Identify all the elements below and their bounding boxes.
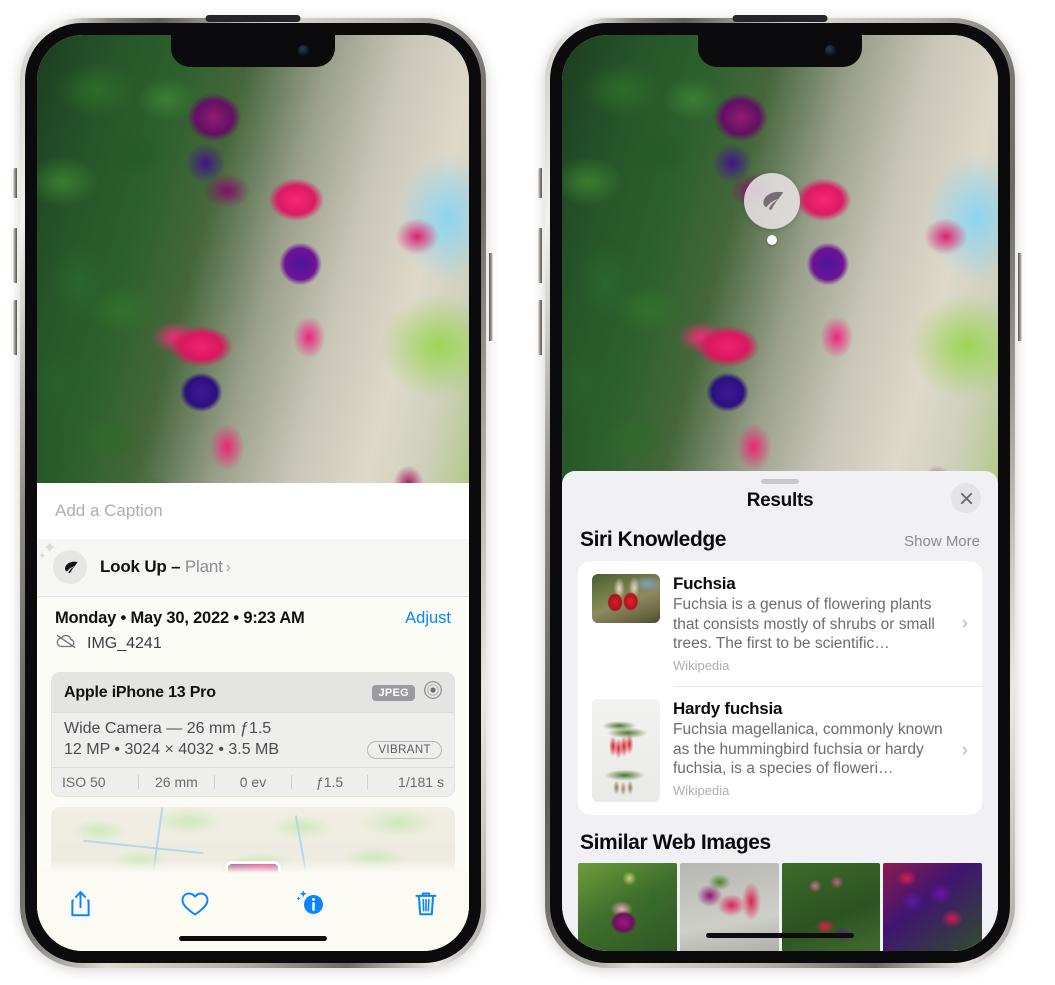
caption-placeholder: Add a Caption xyxy=(55,501,163,520)
caption-input[interactable]: Add a Caption xyxy=(37,483,469,539)
map-river xyxy=(83,839,205,855)
chevron-right-icon: › xyxy=(961,612,968,634)
front-camera-icon xyxy=(298,45,309,56)
knowledge-source: Wikipedia xyxy=(673,658,730,674)
knowledge-text: Fuchsia Fuchsia is a genus of flowering … xyxy=(673,574,947,673)
filename-row: IMG_4241 xyxy=(55,633,451,654)
photo-metadata-block: Monday • May 30, 2022 • 9:23 AM Adjust I… xyxy=(37,597,469,664)
info-sparkle-icon[interactable] xyxy=(294,887,328,921)
exif-header: Apple iPhone 13 Pro JPEG xyxy=(52,673,454,713)
notch xyxy=(171,35,335,67)
format-badge: JPEG xyxy=(372,684,415,701)
list-item[interactable]: Fuchsia Fuchsia is a genus of flowering … xyxy=(578,561,982,686)
right-phone-bezel: Results Siri Knowledge Show More Fuchsia… xyxy=(550,15,1010,963)
volume-up-button[interactable] xyxy=(13,228,17,283)
date-row: Monday • May 30, 2022 • 9:23 AM Adjust xyxy=(55,609,451,628)
chevron-right-icon: › xyxy=(961,739,968,761)
exif-body: Wide Camera — 26 mm ƒ1.5 12 MP • 3024 × … xyxy=(52,713,454,767)
exif-stats-row: ISO 50 26 mm 0 ev ƒ1.5 1/181 s xyxy=(52,767,454,796)
home-indicator[interactable] xyxy=(179,936,327,941)
siri-knowledge-title: Siri Knowledge xyxy=(580,528,727,551)
visual-lookup-anchor-dot xyxy=(767,235,777,245)
icloud-slash-icon xyxy=(55,633,77,654)
knowledge-text: Hardy fuchsia Fuchsia magellanica, commo… xyxy=(673,699,947,802)
adjust-button[interactable]: Adjust xyxy=(405,609,451,628)
visual-lookup-results-sheet: Results Siri Knowledge Show More Fuchsia… xyxy=(562,471,998,951)
trash-icon[interactable] xyxy=(409,887,443,921)
side-power-button[interactable] xyxy=(489,253,493,341)
screenshot-stage: Add a Caption ✦ ✦ Look Up – Plant › Mond… xyxy=(0,0,1055,985)
share-icon[interactable] xyxy=(63,887,97,921)
photo-filename: IMG_4241 xyxy=(87,634,162,652)
results-title: Results xyxy=(746,490,814,511)
volume-down-button[interactable] xyxy=(538,300,542,355)
right-phone-screen: Results Siri Knowledge Show More Fuchsia… xyxy=(562,35,998,951)
leaf-icon: ✦ ✦ xyxy=(38,541,87,584)
earpiece-speaker xyxy=(205,15,301,22)
siri-knowledge-header: Siri Knowledge Show More xyxy=(562,528,998,561)
left-phone-screen: Add a Caption ✦ ✦ Look Up – Plant › Mond… xyxy=(37,35,469,951)
volume-up-button[interactable] xyxy=(538,228,542,283)
knowledge-description: Fuchsia magellanica, commonly known as t… xyxy=(673,721,943,778)
photo-date: Monday • May 30, 2022 • 9:23 AM xyxy=(55,609,305,627)
close-icon[interactable] xyxy=(951,483,981,513)
similar-web-image-4[interactable] xyxy=(883,863,982,951)
knowledge-thumbnail xyxy=(592,699,660,803)
show-more-button[interactable]: Show More xyxy=(904,533,980,550)
look-up-label: Look Up – Plant › xyxy=(100,557,231,577)
knowledge-title: Fuchsia xyxy=(673,574,736,593)
knowledge-description: Fuchsia is a genus of flowering plants t… xyxy=(673,596,935,653)
knowledge-thumbnail xyxy=(592,574,660,623)
aperture-icon xyxy=(423,680,443,705)
similar-web-images-header: Similar Web Images xyxy=(562,815,998,863)
similar-web-images-title: Similar Web Images xyxy=(580,831,771,855)
silent-switch[interactable] xyxy=(538,168,542,198)
similar-web-image-1[interactable] xyxy=(578,863,677,951)
front-camera-icon xyxy=(825,45,836,56)
exif-stat-aperture: ƒ1.5 xyxy=(315,774,344,790)
heart-icon[interactable] xyxy=(178,887,212,921)
look-up-prefix: Look Up – xyxy=(100,557,185,576)
exif-stat-iso: ISO 50 xyxy=(62,774,106,790)
camera-device-name: Apple iPhone 13 Pro xyxy=(64,683,216,701)
exif-header-tags: JPEG xyxy=(372,680,443,705)
sparkle-icon-small: ✦ xyxy=(38,551,47,562)
exif-stat-shutter: 1/181 s xyxy=(398,774,444,790)
knowledge-title: Hardy fuchsia xyxy=(673,699,783,719)
chevron-right-icon: › xyxy=(225,559,231,576)
exif-stat-focal: 26 mm xyxy=(154,774,198,790)
results-header: Results xyxy=(562,483,998,528)
exif-card[interactable]: Apple iPhone 13 Pro JPEG Wide Camera — 2… xyxy=(51,672,455,797)
list-item[interactable]: Hardy fuchsia Fuchsia magellanica, commo… xyxy=(578,686,982,815)
left-phone-bezel: Add a Caption ✦ ✦ Look Up – Plant › Mond… xyxy=(25,15,481,963)
knowledge-source: Wikipedia xyxy=(673,783,730,799)
left-iphone-device: Add a Caption ✦ ✦ Look Up – Plant › Mond… xyxy=(13,15,493,968)
notch xyxy=(698,35,862,67)
earpiece-speaker xyxy=(732,15,828,22)
volume-down-button[interactable] xyxy=(13,300,17,355)
side-power-button[interactable] xyxy=(1018,253,1022,341)
photographic-style-badge: VIBRANT xyxy=(367,741,442,759)
look-up-subject: Plant xyxy=(184,557,223,576)
siri-knowledge-card: Fuchsia Fuchsia is a genus of flowering … xyxy=(578,561,982,816)
right-iphone-device: Results Siri Knowledge Show More Fuchsia… xyxy=(538,15,1022,968)
home-indicator[interactable] xyxy=(706,933,854,938)
look-up-row[interactable]: ✦ ✦ Look Up – Plant › xyxy=(37,539,469,597)
visual-lookup-leaf-badge[interactable] xyxy=(744,173,800,229)
file-size-info: 12 MP • 3024 × 4032 • 3.5 MB xyxy=(64,741,280,758)
lens-info: Wide Camera — 26 mm ƒ1.5 xyxy=(64,720,272,737)
silent-switch[interactable] xyxy=(13,168,17,198)
file-info-row: 12 MP • 3024 × 4032 • 3.5 MB VIBRANT xyxy=(64,741,442,759)
exif-stat-ev: 0 ev xyxy=(239,774,267,790)
